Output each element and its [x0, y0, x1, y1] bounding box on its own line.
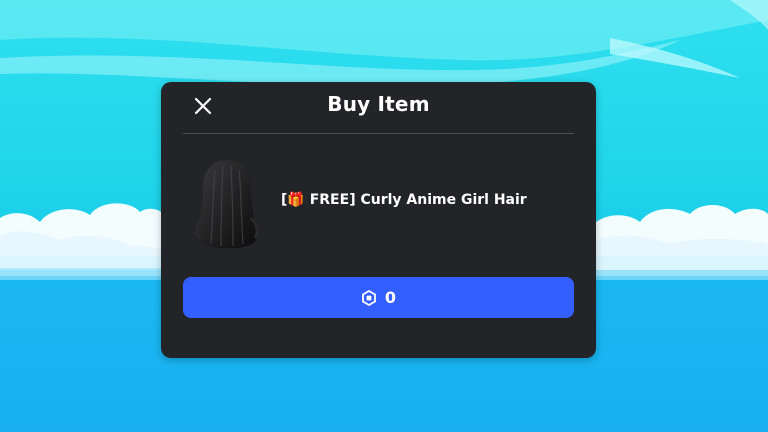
gift-icon: 🎁 [287, 192, 305, 208]
item-name: [🎁 FREE] Curly Anime Girl Hair [281, 192, 527, 208]
buy-item-dialog: Buy Item [🎁 FREE] Curly Anime Girl Hair [161, 82, 596, 358]
item-thumbnail [189, 158, 265, 248]
buy-button[interactable]: 0 [183, 277, 574, 318]
background-scene: Buy Item [🎁 FREE] Curly Anime Girl Hair [0, 0, 768, 432]
robux-icon [362, 289, 376, 306]
dialog-title: Buy Item [327, 92, 430, 116]
price-label: 0 [384, 288, 397, 307]
item-name-text: FREE] Curly Anime Girl Hair [304, 192, 527, 208]
hair-thumbnail-icon [195, 160, 259, 248]
divider [183, 133, 574, 134]
